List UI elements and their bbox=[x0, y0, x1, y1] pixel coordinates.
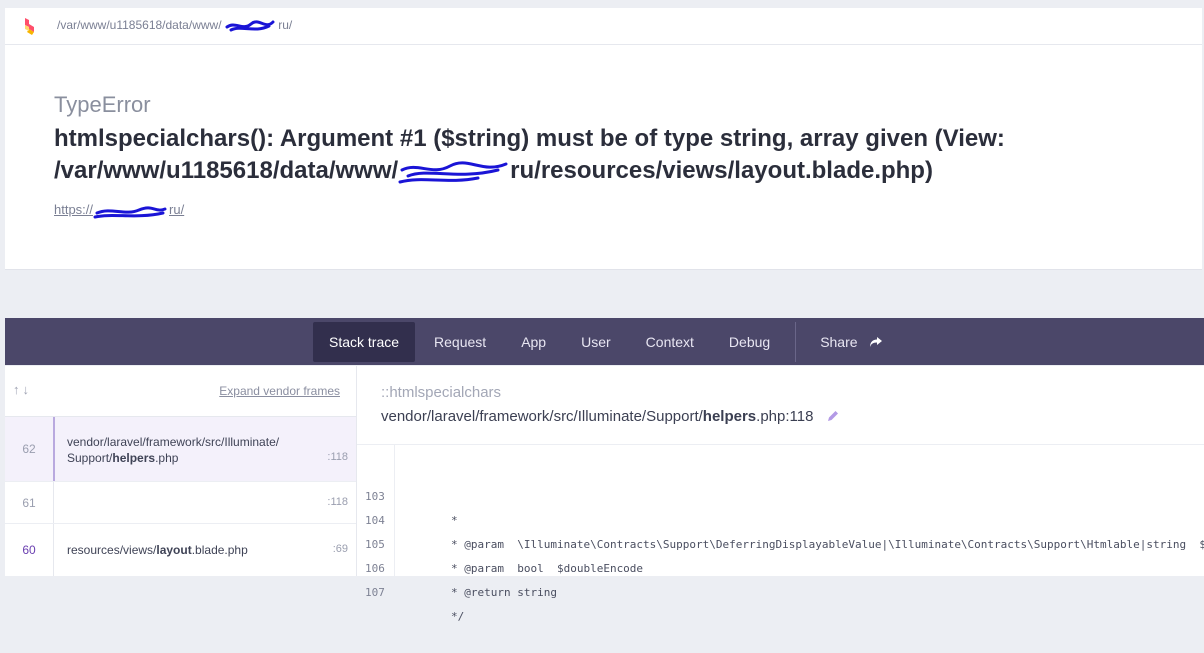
frame-file-ext: .php bbox=[155, 451, 179, 465]
code-line: 107 */ bbox=[357, 557, 464, 623]
exception-message-line2: /var/www/u1185618/data/www/ru/resources/… bbox=[54, 155, 1054, 187]
file-path-breadcrumb: /var/www/u1185618/data/www/ ru/ bbox=[57, 18, 292, 34]
frame-file-ext: .blade.php bbox=[191, 543, 248, 557]
code-line: 105 * @param bool $doubleEncode bbox=[357, 509, 643, 575]
code-line: 103 * bbox=[357, 461, 458, 527]
frame-file: resources/views/layout.blade.php bbox=[67, 542, 248, 558]
detail-path-end: .php:118 bbox=[756, 408, 814, 425]
code-text: * @param \Illuminate\Contracts\Support\D… bbox=[451, 538, 1204, 551]
frame-function-name: ::htmlspecialchars bbox=[381, 384, 502, 401]
frames-header: ↑↓ Expand vendor frames bbox=[5, 366, 356, 417]
request-url-link[interactable]: https:// ru/ bbox=[54, 202, 184, 219]
code-line: 106 * @return string bbox=[357, 533, 557, 599]
expand-vendor-frames-button[interactable]: Expand vendor frames bbox=[219, 384, 340, 398]
line-number: 107 bbox=[365, 586, 385, 599]
frame-file: vendor/laravel/framework/src/Illuminate/… bbox=[67, 434, 279, 466]
stack-frame-61[interactable]: 61 :118 bbox=[5, 482, 356, 524]
path-suffix: ru/ bbox=[278, 18, 293, 33]
tab-divider bbox=[795, 321, 797, 362]
exception-class: TypeError bbox=[54, 92, 151, 117]
message-path-end: ru/resources/views/layout.blade.php) bbox=[510, 157, 933, 184]
frame-line: :118 bbox=[327, 451, 348, 463]
exception-message-line1: htmlspecialchars(): Argument #1 ($string… bbox=[54, 125, 1005, 152]
redaction-mark bbox=[93, 205, 167, 219]
tab-request[interactable]: Request bbox=[418, 322, 502, 362]
topbar: /var/www/u1185618/data/www/ ru/ bbox=[5, 8, 1202, 45]
url-start: https:// bbox=[54, 202, 94, 217]
frame-file-dir: vendor/laravel/framework/src/Illuminate/ bbox=[67, 435, 280, 449]
detail-path-file: helpers bbox=[702, 408, 757, 425]
tab-stack-trace[interactable]: Stack trace bbox=[313, 321, 416, 362]
ignition-logo bbox=[23, 17, 37, 35]
detail-path-start: vendor/laravel/framework/src/Illuminate/… bbox=[381, 408, 703, 425]
message-path-start: /var/www/u1185618/data/www/ bbox=[54, 157, 399, 184]
frame-file-dir: resources/views/ bbox=[67, 543, 157, 557]
frame-number: 60 bbox=[5, 524, 54, 576]
share-button[interactable]: Share bbox=[804, 322, 899, 362]
frame-file-dir2: Support/ bbox=[67, 451, 113, 465]
frame-number: 62 bbox=[5, 417, 55, 481]
edit-pencil-icon[interactable] bbox=[826, 409, 840, 427]
frame-file-path: vendor/laravel/framework/src/Illuminate/… bbox=[381, 408, 840, 427]
frame-file-name: helpers bbox=[112, 451, 156, 465]
tab-app[interactable]: App bbox=[505, 322, 562, 362]
frame-line: :69 bbox=[332, 543, 348, 555]
code-text: * bbox=[451, 514, 458, 527]
stack-frame-62[interactable]: 62 vendor/laravel/framework/src/Illumina… bbox=[5, 417, 356, 482]
frame-line: :118 bbox=[327, 496, 348, 508]
frame-nav-arrows[interactable]: ↑↓ bbox=[13, 382, 32, 397]
code-snippet: 103 * 104 * @param \Illuminate\Contracts… bbox=[357, 444, 1204, 623]
stack-frames-panel: ↑↓ Expand vendor frames 62 vendor/larave… bbox=[5, 366, 357, 577]
frame-detail-panel: ::htmlspecialchars vendor/laravel/framew… bbox=[357, 366, 1204, 623]
tab-bar: Stack trace Request App User Context Deb… bbox=[5, 318, 1204, 365]
stack-frame-60[interactable]: 60 resources/views/layout.blade.php :69 bbox=[5, 524, 356, 577]
code-text: * @return string bbox=[451, 586, 557, 599]
code-text: */ bbox=[451, 610, 465, 623]
error-card: TypeError htmlspecialchars(): Argument #… bbox=[5, 45, 1202, 270]
redaction-mark bbox=[225, 20, 275, 32]
code-text: * @param bool $doubleEncode bbox=[451, 562, 644, 575]
share-arrow-icon bbox=[869, 323, 883, 363]
tab-debug[interactable]: Debug bbox=[713, 322, 786, 362]
redaction-mark bbox=[398, 161, 508, 184]
tab-context[interactable]: Context bbox=[630, 322, 710, 362]
exception-message: htmlspecialchars(): Argument #1 ($string… bbox=[54, 123, 1054, 187]
frame-number: 61 bbox=[5, 482, 54, 523]
code-line: 104 * @param \Illuminate\Contracts\Suppo… bbox=[357, 485, 1204, 551]
path-prefix: /var/www/u1185618/data/www/ bbox=[57, 18, 222, 33]
url-end: ru/ bbox=[169, 202, 185, 217]
frame-file-name: layout bbox=[156, 543, 192, 557]
share-label: Share bbox=[820, 333, 858, 350]
tab-user[interactable]: User bbox=[565, 322, 627, 362]
